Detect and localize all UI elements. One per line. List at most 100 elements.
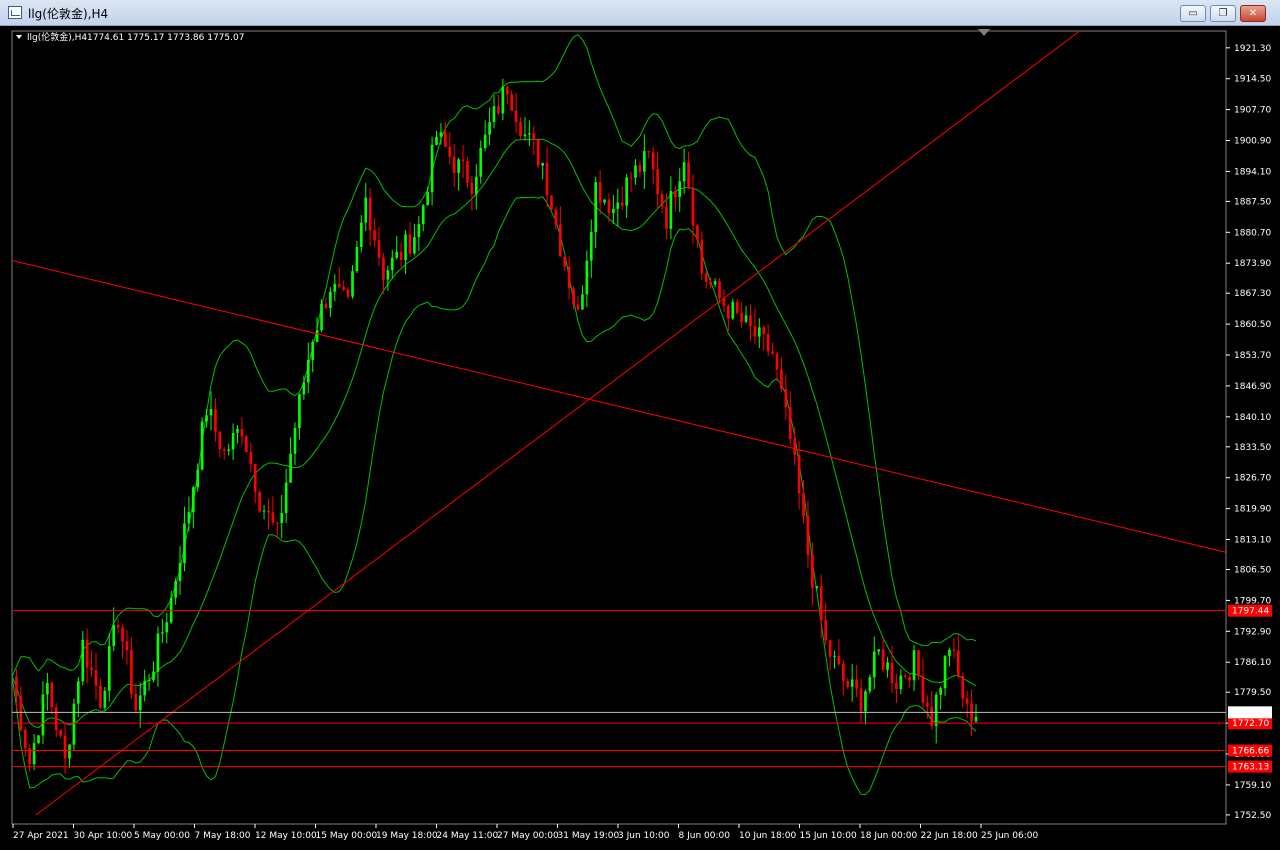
candle-body (855, 679, 858, 689)
candle-body (802, 493, 805, 517)
candle-body (249, 452, 253, 465)
candle-body (112, 624, 116, 647)
candle-body (200, 421, 204, 470)
candle-body (850, 679, 854, 687)
candle-body (868, 677, 872, 692)
candle-body (324, 303, 328, 309)
candle-body (908, 676, 911, 681)
close-button[interactable]: ✕ (1240, 5, 1266, 22)
candle-body (346, 289, 350, 297)
candle-body (757, 327, 761, 337)
candle-body (948, 649, 951, 657)
candle-body (32, 743, 36, 765)
candle-body (240, 429, 244, 437)
candle-body (435, 136, 438, 145)
candle-body (99, 685, 102, 708)
candle-body (563, 256, 567, 267)
candle-body (382, 257, 385, 280)
candle-body (404, 234, 407, 261)
candle-body (461, 159, 465, 162)
candle-body (121, 627, 124, 642)
candle-body (505, 86, 509, 95)
price-tick-label: 1880.70 (1234, 228, 1271, 238)
candle-body (881, 649, 885, 670)
price-tick-label: 1833.50 (1234, 443, 1271, 453)
candle-body (824, 620, 827, 641)
candle-body (337, 283, 341, 288)
candle-body (744, 315, 748, 322)
candle-body (497, 106, 500, 114)
candle-body (806, 516, 810, 556)
chart-area[interactable]: 1921.30 1914.50 1907.70 1900.90 1894.10 1887.… (0, 26, 1280, 850)
candle-body (41, 694, 45, 736)
candle-body (656, 169, 659, 195)
candle-body (939, 688, 942, 695)
time-tick-label: 10 Jun 18:00 (739, 831, 796, 841)
price-tick-label: 1792.90 (1234, 627, 1271, 637)
candle-body (961, 675, 965, 699)
candle-body (660, 194, 664, 207)
candle-body (647, 151, 651, 153)
candle-body (474, 176, 478, 194)
price-chart[interactable]: 1921.30 1914.50 1907.70 1900.90 1894.10 1887.… (0, 26, 1280, 850)
window-title: llg(伦敦金),H4 (28, 7, 109, 21)
candle-body (320, 303, 323, 331)
candle-body (651, 152, 655, 170)
candle-body (528, 133, 531, 135)
candle-body (37, 735, 40, 744)
candle-body (696, 225, 699, 240)
candle-body (125, 641, 129, 651)
price-tick-label: 1914.50 (1234, 75, 1271, 85)
candle-body (302, 382, 306, 395)
candle-body (559, 224, 562, 257)
candle-body (784, 388, 788, 408)
price-tick-label: 1752.50 (1234, 811, 1271, 821)
candle-body (218, 431, 222, 450)
candle-body (519, 121, 522, 137)
lower-band-line (11, 196, 977, 796)
candle-body (673, 191, 677, 197)
time-tick-label: 5 May 00:00 (134, 831, 190, 841)
time-tick-label: 18 Jun 00:00 (860, 831, 917, 841)
candle-body (749, 315, 752, 327)
candle-body (740, 312, 743, 322)
current-price-label: 1775.07 (1232, 708, 1269, 718)
candle-body (859, 688, 863, 712)
candle-body (368, 197, 372, 231)
candle-body (545, 162, 549, 196)
candle-body (205, 415, 208, 422)
price-tick-label: 1907.70 (1234, 106, 1271, 116)
candle-body (413, 237, 416, 254)
candle-body (589, 232, 593, 261)
candle-body (267, 510, 270, 513)
minimize-button[interactable]: ▭ (1180, 5, 1206, 22)
candle-body (775, 353, 779, 370)
candle-body (169, 597, 173, 623)
candle-body (23, 729, 27, 749)
candle-body (753, 326, 757, 337)
candle-body (448, 146, 452, 157)
time-tick-label: 27 May 00:00 (497, 831, 559, 841)
candle-body (687, 162, 690, 189)
candle-body (510, 94, 514, 111)
candle-body (952, 649, 956, 651)
candle-body (842, 664, 845, 681)
price-tick-label: 1900.90 (1234, 137, 1271, 147)
candle-body (364, 197, 368, 223)
price-tick-label: 1853.70 (1234, 351, 1271, 361)
candle-body (430, 144, 434, 193)
chart-menu-arrow-icon (16, 35, 22, 39)
candle-body (965, 698, 969, 704)
candle-body (390, 257, 394, 271)
candle-body (541, 162, 544, 166)
candle-body (85, 639, 89, 668)
candle-body (134, 693, 138, 711)
chart-window-icon (8, 6, 22, 19)
candle-body (68, 744, 71, 759)
restore-button[interactable]: ❐ (1210, 5, 1236, 22)
candle-body (634, 165, 637, 178)
candle-body (178, 563, 182, 581)
candle-body (678, 181, 682, 197)
candle-body (567, 266, 571, 289)
candle-body (94, 670, 98, 686)
